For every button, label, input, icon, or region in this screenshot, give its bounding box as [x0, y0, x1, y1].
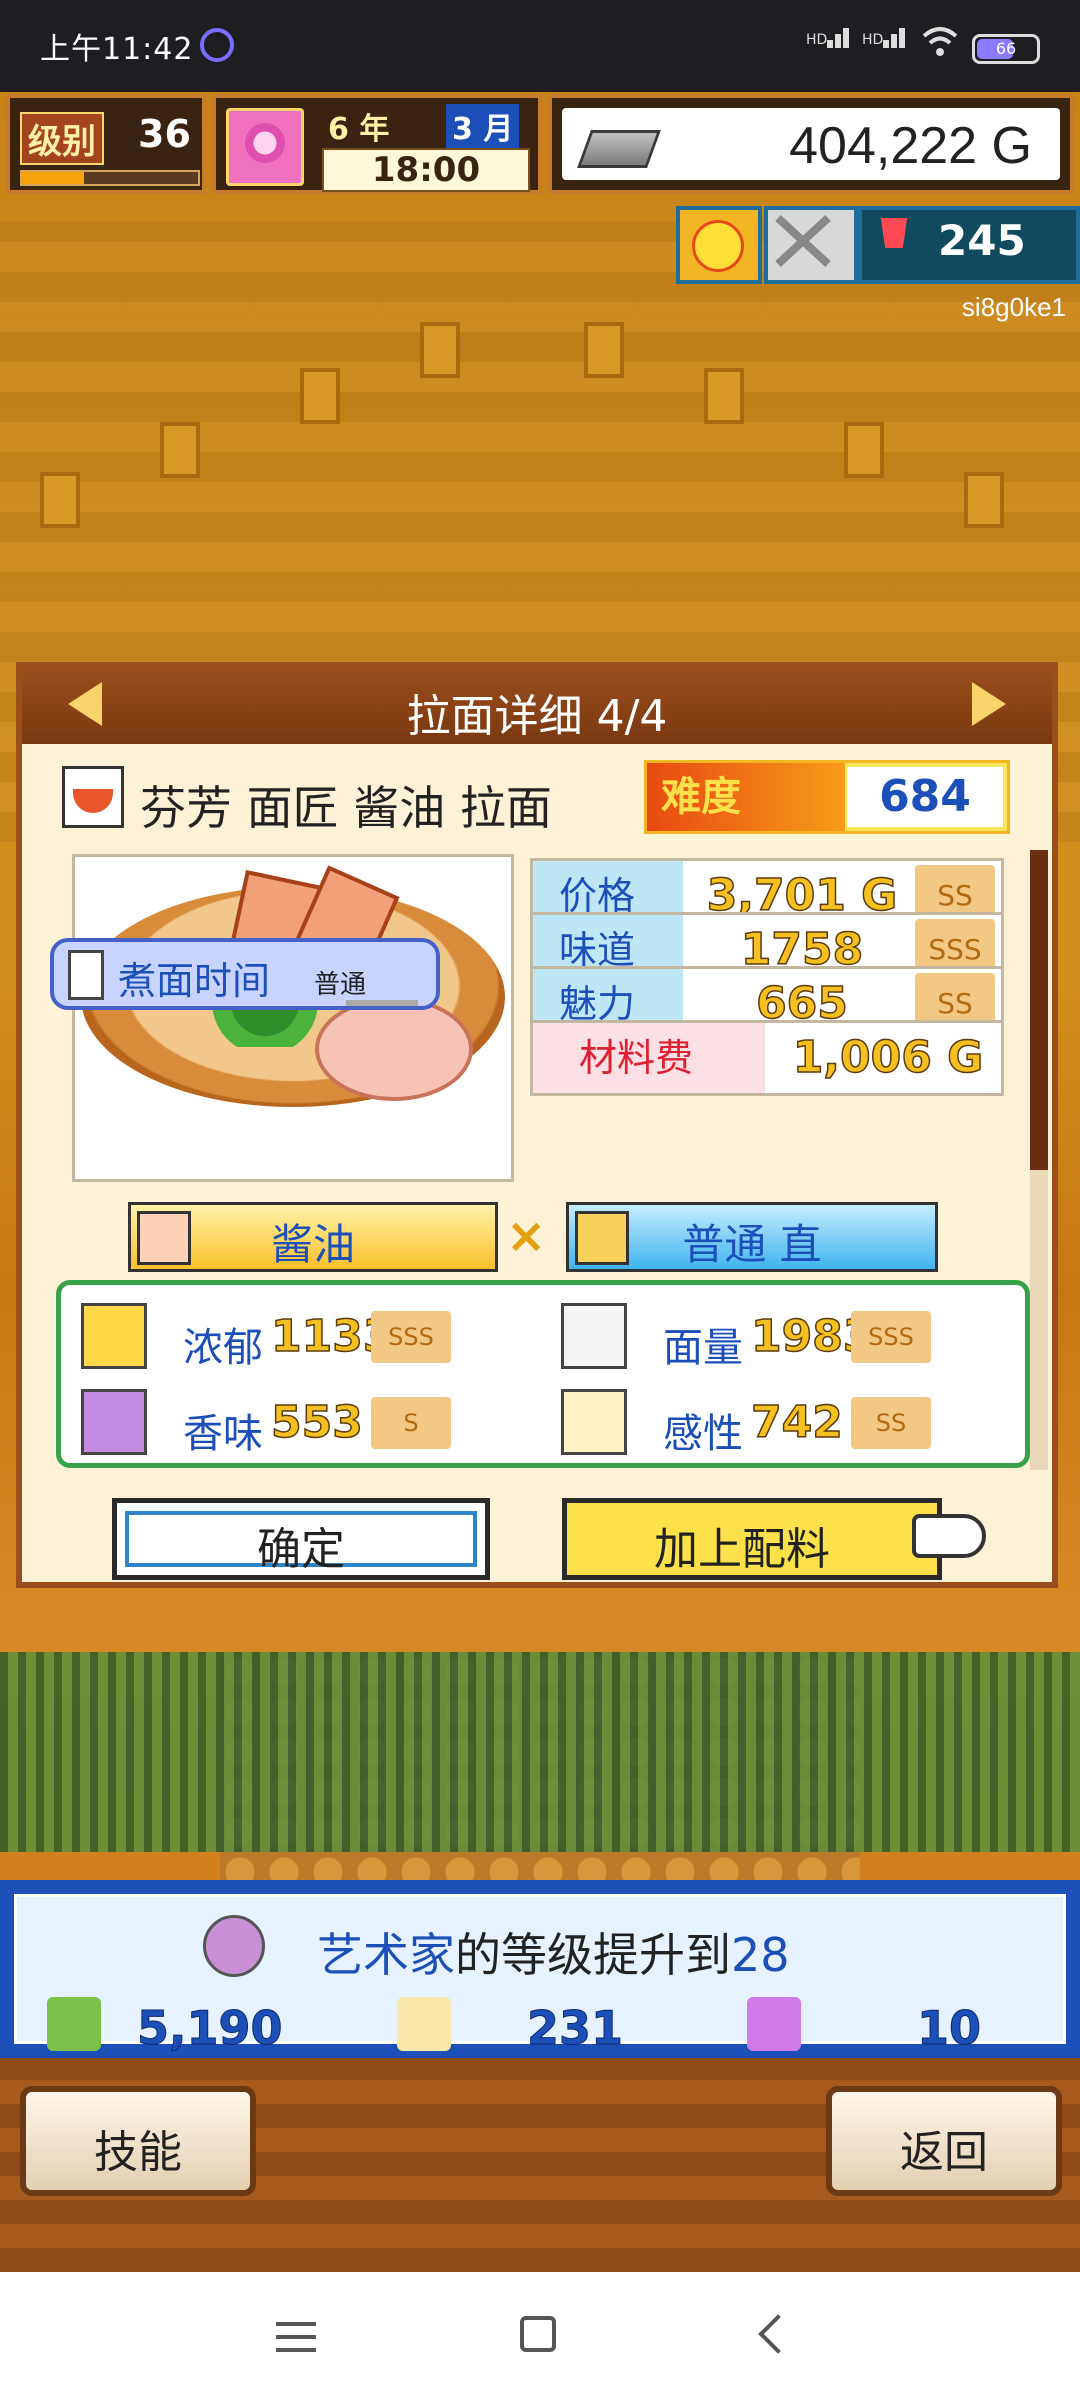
noodle-button[interactable]: 普通 直: [566, 1202, 938, 1272]
alarm-icon: [200, 28, 234, 62]
back-button[interactable]: 返回: [826, 2086, 1062, 2196]
tools-button[interactable]: [764, 206, 858, 284]
window: [420, 322, 460, 378]
level-box: 级别 36: [6, 94, 206, 194]
back-label: 返回: [900, 2127, 988, 2178]
confirm-label: 确定: [257, 1524, 345, 1575]
fence: [0, 1652, 1080, 1852]
sensibility-icon: [561, 1389, 627, 1455]
aroma-icon: [81, 1389, 147, 1455]
flag-icon: [880, 218, 908, 248]
window: [160, 422, 200, 478]
difficulty-label: 难度: [647, 763, 845, 831]
window: [964, 472, 1004, 528]
difficulty-box: 难度 684: [644, 760, 1010, 834]
money-bag-icon: [47, 1997, 101, 2051]
level-value: 36: [138, 112, 191, 156]
window: [584, 322, 624, 378]
window: [844, 422, 884, 478]
skill-button[interactable]: 技能: [20, 2086, 256, 2196]
clock: 18:00: [322, 148, 530, 192]
population-count: 245: [938, 216, 1026, 265]
notification-message: 艺术家的等级提升到28: [317, 1928, 790, 1982]
year-label: 6 年: [328, 112, 390, 147]
soup-button[interactable]: 酱油: [128, 1202, 498, 1272]
artist-avatar: [203, 1915, 265, 1977]
satisfaction-button[interactable]: [676, 206, 762, 284]
noodle-volume-icon: [561, 1303, 627, 1369]
home-icon[interactable]: [520, 2316, 556, 2352]
back-arrow-icon[interactable]: [758, 2314, 798, 2354]
attr-noodle-volume: 面量 1983 SSS: [561, 1303, 1021, 1373]
rank-badge: S: [371, 1397, 451, 1449]
level-progress-bar: [20, 170, 200, 186]
bottom-bar: 技能 返回: [0, 2058, 1080, 2272]
rank-badge: SSS: [851, 1311, 931, 1363]
user-id: si8g0ke1: [961, 292, 1066, 322]
noodle-label: 普通 直: [682, 1220, 822, 1269]
add-topping-button[interactable]: 加上配料: [562, 1498, 942, 1580]
attr-aroma: 香味 553 S: [81, 1389, 521, 1459]
tools-icon: [775, 215, 831, 267]
timer-icon: [68, 950, 104, 1000]
money-box: 404,222 G: [548, 94, 1074, 194]
spoon-icon: [397, 1997, 451, 2051]
window: [40, 472, 80, 528]
signal-icon-2: HD: [862, 28, 907, 48]
population-button[interactable]: 245: [858, 206, 1080, 284]
ramen-image: [72, 854, 514, 1182]
panel-header: 拉面详细 4/4: [22, 668, 1052, 744]
boil-time-button[interactable]: 煮面时间 普通: [50, 938, 440, 1010]
system-nav-bar: [0, 2272, 1080, 2400]
notification-panel: 艺术家的等级提升到28 5,190 G 231 10: [0, 1880, 1080, 2110]
status-bar: 上午11:42 HD HD 66: [0, 0, 1080, 92]
scrollbar-thumb[interactable]: [1030, 850, 1048, 1170]
attr-richness: 浓郁 1133 SSS: [81, 1303, 521, 1373]
character-icon: [747, 1997, 801, 2051]
money-amount: 404,222 G: [789, 117, 1032, 175]
level-label: 级别: [20, 112, 104, 165]
soup-label: 酱油: [270, 1220, 355, 1269]
ramen-name: 芬芳 面匠 酱油 拉面: [140, 781, 552, 835]
rank-badge: SSS: [371, 1311, 451, 1363]
richness-icon: [81, 1303, 147, 1369]
cross-icon: ×: [506, 1208, 547, 1264]
month-label: 3 月: [446, 104, 520, 148]
confirm-button[interactable]: 确定: [112, 1498, 490, 1580]
attr-sensibility: 感性 742 SS: [561, 1389, 1021, 1459]
smile-face-icon: [692, 220, 744, 272]
ramen-detail-panel: 拉面详细 4/4 芬芳 面匠 酱油 拉面 难度 684 煮面时间 普通 价格 3…: [16, 662, 1058, 1588]
signal-icon: HD: [806, 28, 851, 48]
battery-icon: 66: [972, 34, 1040, 64]
window: [300, 368, 340, 424]
pointing-hand-icon: [912, 1514, 986, 1558]
menu-icon[interactable]: [276, 2322, 316, 2352]
difficulty-value: 684: [847, 767, 1003, 827]
window: [704, 368, 744, 424]
boil-time-label: 煮面时间: [118, 959, 271, 1003]
wifi-icon: [922, 27, 958, 56]
cherry-blossom-icon: [226, 108, 304, 186]
next-arrow-icon[interactable]: [972, 682, 1006, 726]
status-time: 上午11:42: [40, 32, 194, 67]
ramen-bowl-icon: [62, 766, 124, 828]
money-bar-icon: [577, 130, 661, 168]
add-topping-label: 加上配料: [654, 1524, 830, 1575]
attributes-box: 浓郁 1133 SSS 面量 1983 SSS 香味 553 S 感性 742 …: [56, 1280, 1030, 1468]
date-box: 6 年 3 月 18:00: [212, 94, 542, 194]
boil-time-value: 普通: [314, 970, 367, 1000]
rank-badge: SS: [851, 1397, 931, 1449]
stat-material-cost: 材料费 1,006 G: [530, 1020, 1004, 1096]
skill-label: 技能: [94, 2127, 182, 2178]
panel-title: 拉面详细 4/4: [406, 691, 668, 742]
